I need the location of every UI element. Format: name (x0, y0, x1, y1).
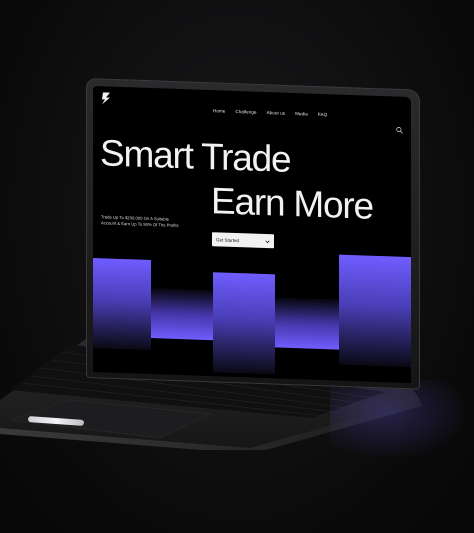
bar-2 (151, 288, 213, 341)
bar-5 (339, 254, 411, 368)
laptop-scene: Home Challenge About us Media FAQ Smart … (0, 0, 474, 533)
bar-1 (93, 258, 151, 351)
bar-3 (213, 272, 275, 375)
hero-title-line-1: Smart Trade (100, 132, 291, 180)
get-started-label: Get Started (216, 236, 240, 243)
laptop-screen: Home Challenge About us Media FAQ Smart … (93, 86, 411, 384)
screen-reflection-glow (330, 380, 470, 460)
chevron-down-icon (265, 239, 270, 243)
bar-4 (275, 297, 339, 350)
get-started-button[interactable]: Get Started (212, 232, 274, 249)
hero-title-line-2: Earn More (211, 180, 373, 227)
